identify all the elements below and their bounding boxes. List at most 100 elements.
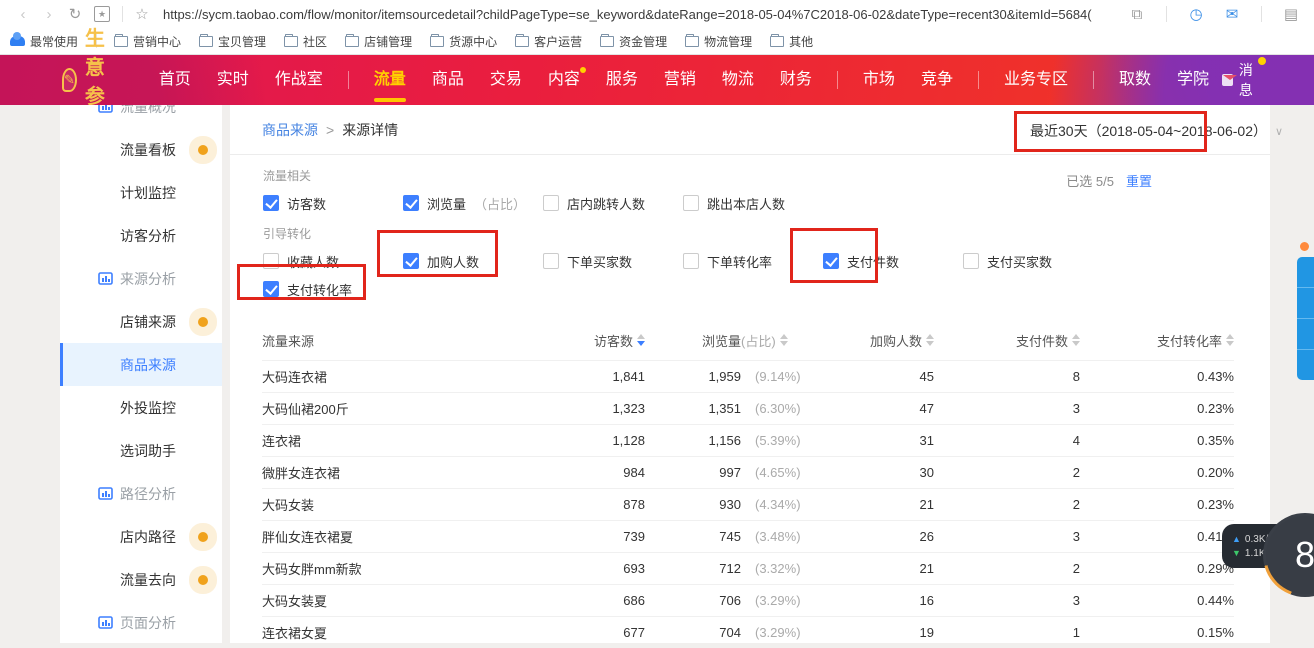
nav-item-学院[interactable]: 学院 [1177, 55, 1209, 105]
right-edge-panel-tab[interactable] [1297, 257, 1314, 380]
bookmark-folder[interactable]: 店铺管理 [345, 33, 412, 50]
bookmark-folder[interactable]: 社区 [284, 33, 327, 50]
column-header-支付件数[interactable]: 支付件数 [934, 331, 1080, 350]
nav-item-首页[interactable]: 首页 [159, 55, 191, 105]
column-header-支付转化率[interactable]: 支付转化率 [1080, 331, 1234, 350]
external-link-icon[interactable]: ⧉ [1124, 6, 1150, 23]
back-icon[interactable]: ‹ [10, 6, 36, 23]
nav-item-物流[interactable]: 物流 [722, 55, 754, 105]
nav-item-商品[interactable]: 商品 [432, 55, 464, 105]
filter-checkbox-访客数[interactable]: 访客数 [263, 194, 403, 213]
checkbox-checked-icon[interactable] [403, 195, 419, 211]
bookmark-folder[interactable]: 宝贝管理 [199, 33, 266, 50]
checkbox-unchecked-icon[interactable] [683, 195, 699, 211]
filter-checkbox-收藏人数[interactable]: 收藏人数 [263, 252, 403, 271]
filter-checkbox-支付买家数[interactable]: 支付买家数 [963, 252, 1103, 271]
sidebar-section-来源分析[interactable]: 来源分析 [60, 257, 222, 300]
nav-item-市场[interactable]: 市场 [863, 55, 895, 105]
mail-icon[interactable]: ✉ [1219, 5, 1245, 23]
filter-checkbox-支付转化率[interactable]: 支付转化率 [263, 280, 403, 299]
sort-arrows-icon[interactable] [780, 334, 788, 346]
filter-checkbox-下单转化率[interactable]: 下单转化率 [683, 252, 823, 271]
breadcrumb-parent-link[interactable]: 商品来源 [262, 120, 318, 140]
nav-item-流量[interactable]: 流量 [374, 55, 406, 105]
nav-item-业务专区[interactable]: 业务专区 [1004, 55, 1068, 105]
sidebar-section-页面分析[interactable]: 页面分析 [60, 601, 222, 643]
sidebar-section-流量概况[interactable]: 流量概况 [60, 105, 222, 128]
sidebar-item-访客分析[interactable]: 访客分析 [60, 214, 222, 257]
ratio-cell: (3.32%) [741, 561, 842, 576]
payitems-cell: 1 [934, 625, 1080, 640]
checkbox-checked-icon[interactable] [263, 281, 279, 297]
sidebar-item-店内路径[interactable]: 店内路径 [60, 515, 222, 558]
favorites-manager-icon[interactable]: ★ [94, 6, 110, 22]
sidebar-item-外投监控[interactable]: 外投监控 [60, 386, 222, 429]
chart-folder-icon [98, 105, 113, 114]
nav-item-内容[interactable]: 内容 [548, 55, 580, 105]
table-row: 大码仙裙200斤1,3231,351(6.30%)4730.23% [262, 392, 1234, 424]
sidebar-item-流量看板[interactable]: 流量看板 [60, 128, 222, 171]
assistant-circle-widget[interactable]: 8 [1263, 513, 1314, 597]
checkbox-unchecked-icon[interactable] [683, 253, 699, 269]
bookmark-star-icon[interactable]: ☆ [129, 5, 155, 23]
checkbox-unchecked-icon[interactable] [543, 253, 559, 269]
nav-item-营销[interactable]: 营销 [664, 55, 696, 105]
filter-label: 店内跳转人数 [567, 194, 645, 213]
bookmark-folder[interactable]: 物流管理 [685, 33, 752, 50]
messages-button[interactable]: 消息 [1222, 60, 1258, 100]
column-header-访客数[interactable]: 访客数 [562, 331, 645, 350]
sort-arrows-icon[interactable] [1226, 334, 1234, 346]
checkbox-unchecked-icon[interactable] [543, 195, 559, 211]
sidebar-item-店铺来源[interactable]: 店铺来源 [60, 300, 222, 343]
filter-checkbox-跳出本店人数[interactable]: 跳出本店人数 [683, 194, 823, 213]
visitors-cell: 739 [562, 529, 645, 544]
profile-card-icon[interactable]: ▤ [1278, 5, 1304, 23]
checkbox-checked-icon[interactable] [263, 195, 279, 211]
address-bar[interactable]: https://sycm.taobao.com/flow/monitor/ite… [163, 7, 1116, 22]
sidebar-item-选词助手[interactable]: 选词助手 [60, 429, 222, 472]
bookmark-label: 物流管理 [704, 33, 752, 50]
checkbox-checked-icon[interactable] [823, 253, 839, 269]
sidebar-section-路径分析[interactable]: 路径分析 [60, 472, 222, 515]
bookmark-folder[interactable]: 客户运营 [515, 33, 582, 50]
history-clock-icon[interactable]: ◷ [1183, 5, 1209, 23]
sort-arrows-icon[interactable] [1072, 334, 1080, 346]
bookmark-folder[interactable]: 资金管理 [600, 33, 667, 50]
forward-icon[interactable]: › [36, 6, 62, 23]
bookmark-folder[interactable]: 其他 [770, 33, 813, 50]
visitors-cell: 677 [562, 625, 645, 640]
filter-checkbox-下单买家数[interactable]: 下单买家数 [543, 252, 683, 271]
sort-arrows-icon[interactable] [926, 334, 934, 346]
folder-icon [430, 36, 444, 47]
filter-checkbox-浏览量[interactable]: 浏览量（占比） [403, 194, 543, 213]
addcart-cell: 45 [842, 369, 934, 384]
nav-item-竞争[interactable]: 竞争 [921, 55, 953, 105]
filter-checkbox-加购人数[interactable]: 加购人数 [403, 252, 543, 271]
bookmarks-bar: 最常使用 营销中心宝贝管理社区店铺管理货源中心客户运营资金管理物流管理其他 [0, 28, 1314, 55]
sort-arrows-icon[interactable] [637, 334, 645, 346]
column-header-加购人数[interactable]: 加购人数 [842, 331, 934, 350]
keyword-cell: 大码女装 [262, 495, 562, 514]
nav-item-财务[interactable]: 财务 [780, 55, 812, 105]
checkbox-checked-icon[interactable] [403, 253, 419, 269]
column-header-(占比)[interactable]: (占比) [741, 331, 842, 350]
sidebar: 流量概况流量看板计划监控访客分析来源分析店铺来源商品来源外投监控选词助手路径分析… [60, 105, 222, 643]
filter-checkbox-店内跳转人数[interactable]: 店内跳转人数 [543, 194, 683, 213]
date-range-selector[interactable]: 最近30天（2018-05-04~2018-06-02） ∨ [1030, 121, 1283, 141]
refresh-icon[interactable]: ↻ [62, 5, 88, 23]
nav-item-实时[interactable]: 实时 [217, 55, 249, 105]
checkbox-unchecked-icon[interactable] [263, 253, 279, 269]
column-header-浏览量: 浏览量 [645, 331, 741, 350]
sidebar-item-计划监控[interactable]: 计划监控 [60, 171, 222, 214]
ratio-cell: (3.48%) [741, 529, 842, 544]
bookmark-folder[interactable]: 营销中心 [114, 33, 181, 50]
nav-item-取数[interactable]: 取数 [1119, 55, 1151, 105]
nav-item-作战室[interactable]: 作战室 [275, 55, 323, 105]
nav-item-交易[interactable]: 交易 [490, 55, 522, 105]
sidebar-item-流量去向[interactable]: 流量去向 [60, 558, 222, 601]
nav-item-服务[interactable]: 服务 [606, 55, 638, 105]
sidebar-item-商品来源[interactable]: 商品来源 [60, 343, 222, 386]
filter-checkbox-支付件数[interactable]: 支付件数 [823, 252, 963, 271]
checkbox-unchecked-icon[interactable] [963, 253, 979, 269]
bookmark-folder[interactable]: 货源中心 [430, 33, 497, 50]
